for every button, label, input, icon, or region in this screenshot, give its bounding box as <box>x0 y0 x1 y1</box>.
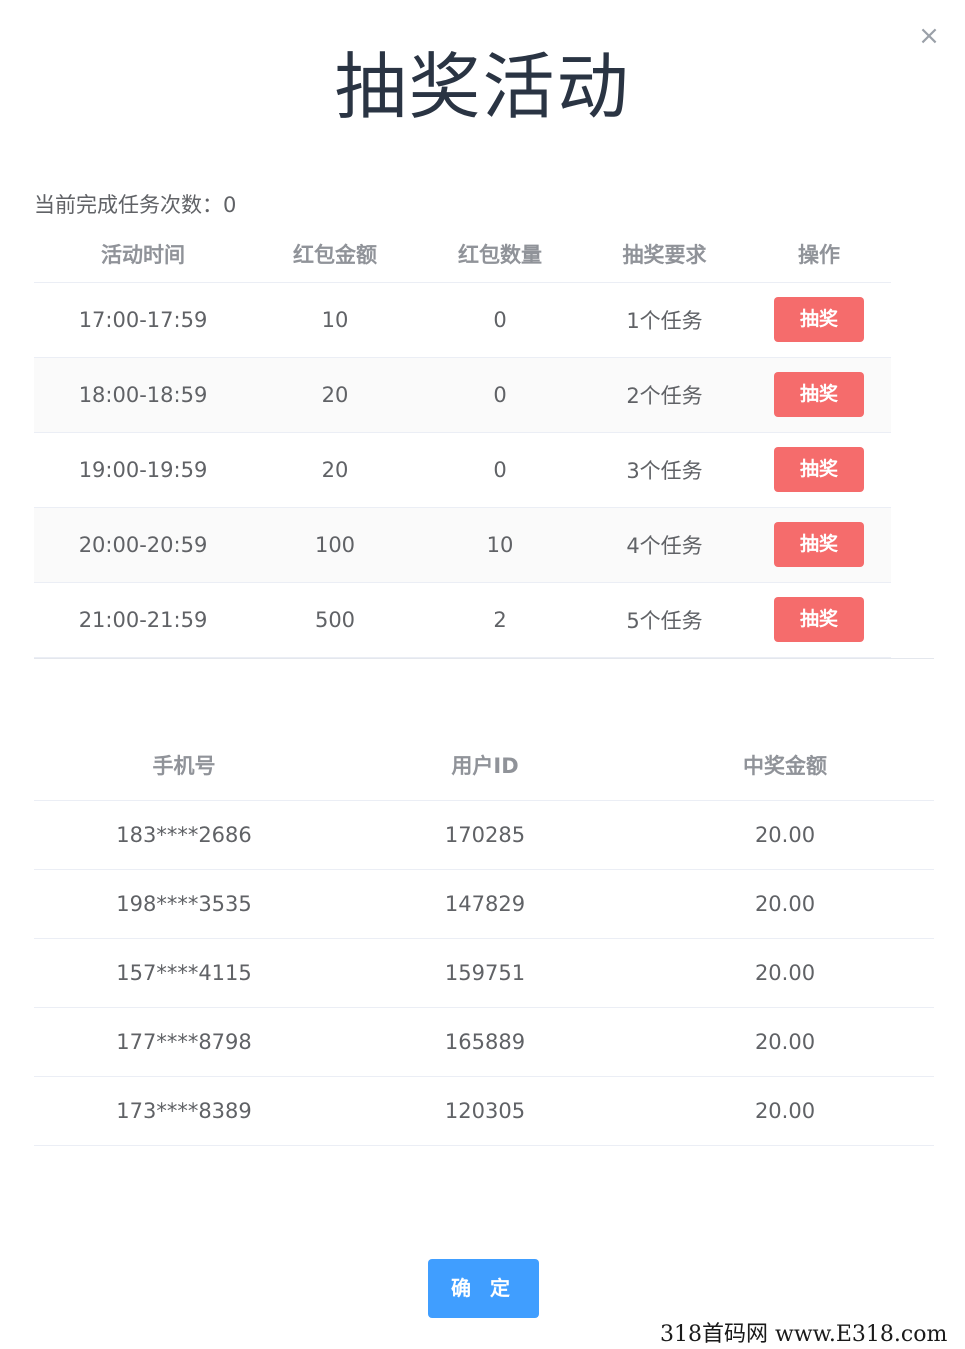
cell-prize: 20.00 <box>636 800 934 870</box>
cell-time: 21:00-21:59 <box>34 582 252 658</box>
cell-user-id: 159751 <box>334 938 636 1008</box>
cell-action: 抽奖 <box>747 432 891 508</box>
cell-user-id: 120305 <box>334 1076 636 1146</box>
cell-prize: 20.00 <box>636 1007 934 1077</box>
cell-time: 18:00-18:59 <box>34 357 252 433</box>
cell-requirement: 5个任务 <box>582 582 747 658</box>
header-activity-time: 活动时间 <box>34 226 252 283</box>
draw-button[interactable]: 抽奖 <box>774 522 864 567</box>
table-row: 173****8389 120305 20.00 <box>34 1076 934 1146</box>
cell-requirement: 4个任务 <box>582 507 747 583</box>
cell-phone: 198****3535 <box>34 869 334 939</box>
table-row: 21:00-21:59 500 2 5个任务 抽奖 <box>34 582 891 658</box>
activity-table: 活动时间 红包金额 红包数量 抽奖要求 操作 17:00-17:59 10 0 … <box>34 226 891 658</box>
table-row: 20:00-20:59 100 10 4个任务 抽奖 <box>34 507 891 583</box>
draw-button[interactable]: 抽奖 <box>774 297 864 342</box>
cell-user-id: 170285 <box>334 800 636 870</box>
cell-quantity: 0 <box>418 432 582 508</box>
header-red-packet-quantity: 红包数量 <box>418 226 582 283</box>
table-row: 198****3535 147829 20.00 <box>34 869 934 939</box>
cell-user-id: 165889 <box>334 1007 636 1077</box>
table-row: 17:00-17:59 10 0 1个任务 抽奖 <box>34 282 891 358</box>
cell-amount: 500 <box>252 582 418 658</box>
cell-action: 抽奖 <box>747 582 891 658</box>
task-count-text: 当前完成任务次数：0 <box>34 193 237 217</box>
cell-requirement: 2个任务 <box>582 357 747 433</box>
cell-requirement: 3个任务 <box>582 432 747 508</box>
cell-phone: 173****8389 <box>34 1076 334 1146</box>
cell-quantity: 0 <box>418 357 582 433</box>
cell-quantity: 10 <box>418 507 582 583</box>
activity-table-header: 活动时间 红包金额 红包数量 抽奖要求 操作 <box>34 226 891 283</box>
lottery-dialog: × 抽奖活动 当前完成任务次数：0 活动时间 红包金额 红包数量 抽奖要求 操作… <box>0 0 965 1349</box>
cell-quantity: 2 <box>418 582 582 658</box>
cell-amount: 20 <box>252 357 418 433</box>
header-draw-requirement: 抽奖要求 <box>582 226 747 283</box>
table-row: 19:00-19:59 20 0 3个任务 抽奖 <box>34 432 891 508</box>
table-row: 177****8798 165889 20.00 <box>34 1007 934 1077</box>
cell-action: 抽奖 <box>747 282 891 358</box>
table-row: 183****2686 170285 20.00 <box>34 800 934 870</box>
draw-button[interactable]: 抽奖 <box>774 447 864 492</box>
cell-prize: 20.00 <box>636 869 934 939</box>
draw-button[interactable]: 抽奖 <box>774 597 864 642</box>
cell-action: 抽奖 <box>747 357 891 433</box>
header-operation: 操作 <box>747 226 891 283</box>
header-phone: 手机号 <box>34 730 334 801</box>
header-red-packet-amount: 红包金额 <box>252 226 418 283</box>
header-prize-amount: 中奖金额 <box>636 730 934 801</box>
header-user-id: 用户ID <box>334 730 636 801</box>
cell-requirement: 1个任务 <box>582 282 747 358</box>
table-row: 18:00-18:59 20 0 2个任务 抽奖 <box>34 357 891 433</box>
cell-phone: 157****4115 <box>34 938 334 1008</box>
cell-user-id: 147829 <box>334 869 636 939</box>
cell-prize: 20.00 <box>636 938 934 1008</box>
cell-phone: 177****8798 <box>34 1007 334 1077</box>
table-row: 157****4115 159751 20.00 <box>34 938 934 1008</box>
cell-amount: 10 <box>252 282 418 358</box>
cell-prize: 20.00 <box>636 1076 934 1146</box>
cell-quantity: 0 <box>418 282 582 358</box>
winners-table-header: 手机号 用户ID 中奖金额 <box>34 730 934 801</box>
dialog-title: 抽奖活动 <box>334 45 631 129</box>
table-divider <box>34 658 934 659</box>
cell-time: 17:00-17:59 <box>34 282 252 358</box>
cell-action: 抽奖 <box>747 507 891 583</box>
cell-amount: 100 <box>252 507 418 583</box>
cell-phone: 183****2686 <box>34 800 334 870</box>
winners-table: 手机号 用户ID 中奖金额 183****2686 170285 20.00 1… <box>34 730 934 1146</box>
cell-time: 20:00-20:59 <box>34 507 252 583</box>
cell-time: 19:00-19:59 <box>34 432 252 508</box>
confirm-button[interactable]: 确 定 <box>428 1259 539 1318</box>
cell-amount: 20 <box>252 432 418 508</box>
watermark-text: 318首码网 www.E318.com <box>660 1322 948 1347</box>
draw-button[interactable]: 抽奖 <box>774 372 864 417</box>
